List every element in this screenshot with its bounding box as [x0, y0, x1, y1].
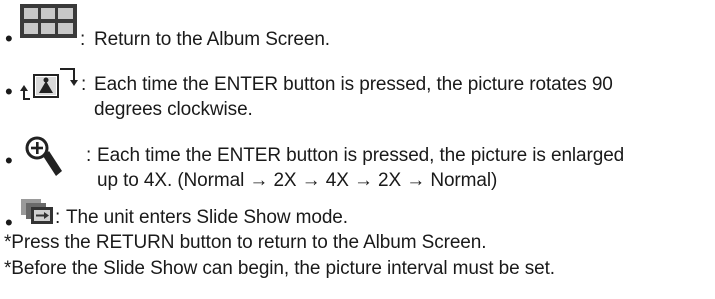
note-return: *Press the RETURN button to return to th… [4, 232, 487, 253]
item-text-line: Return to the Album Screen. [94, 29, 330, 50]
item-text-line: Each time the ENTER button is pressed, t… [94, 74, 613, 95]
note-interval: *Before the Slide Show can begin, the pi… [4, 258, 555, 279]
bullet: • [5, 79, 13, 104]
slide-show-icon [21, 199, 55, 232]
item-text-line: degrees clockwise. [94, 99, 253, 120]
bullet: • [5, 148, 13, 173]
item-text-line: The unit enters Slide Show mode. [66, 207, 348, 228]
bullet: • [5, 26, 13, 51]
item-text-line: Each time the ENTER button is pressed, t… [97, 145, 625, 166]
zoom-in-icon [24, 135, 64, 182]
item-separator: : [86, 145, 92, 166]
rotate-picture-icon [20, 61, 82, 110]
item-separator: : [80, 29, 86, 50]
item-separator: : [81, 74, 87, 95]
item-text-line: up to 4X. (Normal → 2X → 4X → 2X → Norma… [97, 170, 498, 191]
instruction-list: • : Return to the Album Screen. •: Each… [0, 0, 715, 299]
album-grid-icon [20, 4, 77, 43]
item-separator: : [55, 207, 61, 228]
